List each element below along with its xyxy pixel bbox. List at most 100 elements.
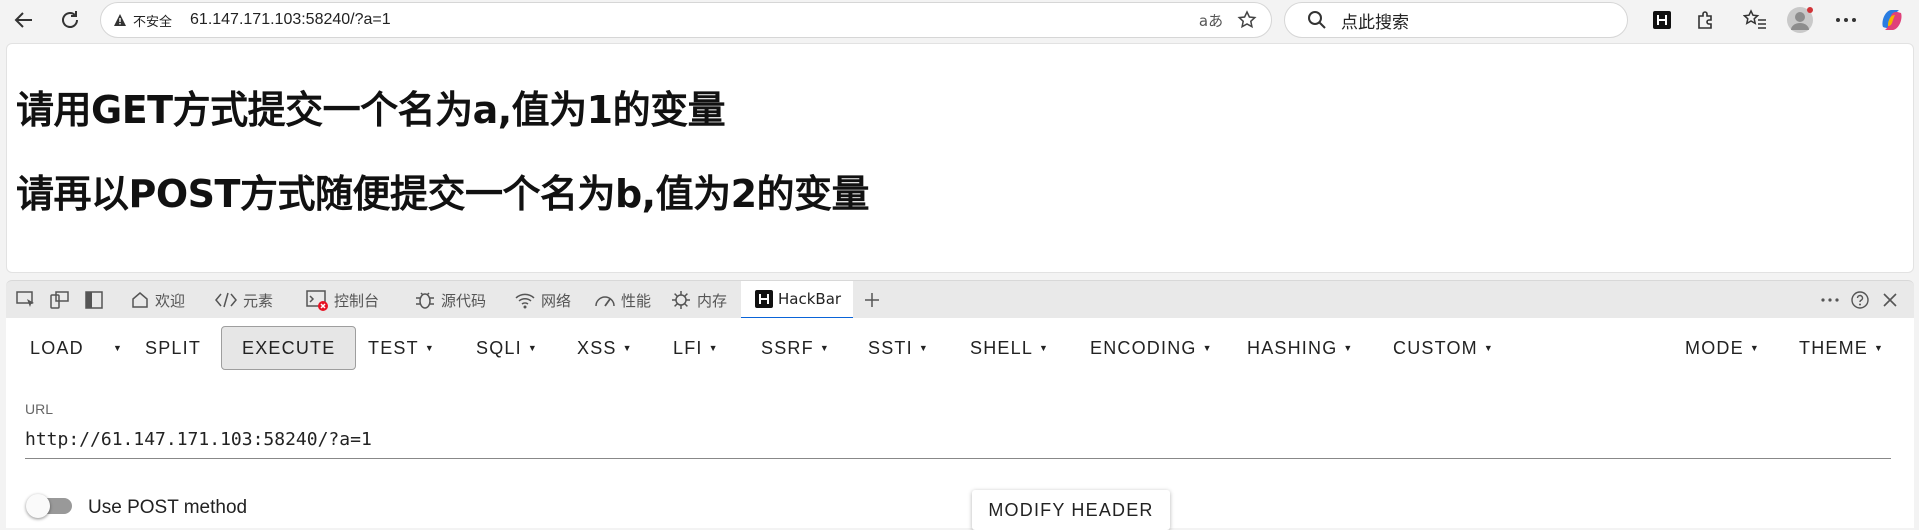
- caret-down-icon: ▼: [819, 343, 830, 353]
- security-label: 不安全: [133, 14, 173, 30]
- lfi-menu[interactable]: LFI ▼: [673, 326, 719, 370]
- post-method-toggle[interactable]: [26, 494, 72, 518]
- favorite-star-icon[interactable]: [1231, 5, 1263, 35]
- menu-label: XSS: [577, 337, 617, 358]
- menu-label: TEST: [368, 337, 419, 358]
- hackbar-extension-button[interactable]: [1646, 4, 1678, 36]
- warning-icon: [114, 14, 126, 26]
- profile-button[interactable]: [1784, 4, 1816, 36]
- hashing-menu[interactable]: HASHING ▼: [1247, 326, 1354, 370]
- menu-label: EXECUTE: [242, 337, 336, 358]
- menu-label: MODE: [1685, 337, 1744, 358]
- caret-down-icon: ▼: [1039, 343, 1050, 353]
- extensions-button[interactable]: [1690, 4, 1722, 36]
- copilot-button[interactable]: [1876, 4, 1908, 36]
- device-emulation-icon[interactable]: [46, 281, 74, 319]
- devtools-tab-console[interactable]: 控制台: [305, 281, 379, 319]
- ssti-menu[interactable]: SSTI ▼: [868, 326, 929, 370]
- load-dropdown-button[interactable]: ▼: [107, 326, 123, 370]
- hackbar-panel: LOAD ▼ SPLIT EXECUTE TEST ▼ SQLI ▼ XSS ▼ LF…: [6, 318, 1914, 530]
- favorites-list-icon: [1743, 9, 1766, 29]
- sqli-menu[interactable]: SQLI ▼: [476, 326, 538, 370]
- tab-label: 网络: [541, 291, 572, 310]
- theme-menu[interactable]: THEME ▼: [1799, 326, 1884, 370]
- menu-label: SSRF: [761, 337, 814, 358]
- code-icon: [215, 292, 237, 308]
- more-menu-button[interactable]: [1830, 4, 1862, 36]
- security-indicator[interactable]: 不安全: [113, 11, 172, 30]
- toggle-knob: [26, 494, 50, 518]
- address-url[interactable]: 61.147.171.103:58240/?a=1: [190, 11, 391, 29]
- menu-label: SHELL: [970, 337, 1034, 358]
- inspect-element-icon[interactable]: [12, 281, 40, 319]
- devtools-tab-sources[interactable]: 源代码: [414, 281, 486, 319]
- button-label: MODIFY HEADER: [988, 499, 1154, 520]
- caret-down-icon: ▼: [424, 343, 435, 353]
- refresh-icon: [62, 11, 78, 28]
- url-field-label: URL: [25, 401, 54, 417]
- add-tab-icon[interactable]: [858, 281, 886, 319]
- devtools-tab-performance[interactable]: 性能: [594, 281, 651, 319]
- load-button[interactable]: LOAD: [30, 326, 84, 370]
- tab-label: 性能: [621, 291, 652, 310]
- caret-down-icon: ▼: [113, 343, 124, 353]
- back-button[interactable]: [8, 4, 40, 36]
- devtools-tab-welcome[interactable]: 欢迎: [130, 281, 185, 319]
- search-box[interactable]: 点此搜索: [1284, 2, 1628, 38]
- execute-button[interactable]: EXECUTE: [221, 326, 357, 370]
- devtools-tab-hackbar[interactable]: HackBar: [741, 281, 854, 319]
- menu-label: HASHING: [1247, 337, 1338, 358]
- caret-down-icon: ▼: [527, 343, 538, 353]
- page-viewport: 请用GET方式提交一个名为a,值为1的变量 请再以POST方式随便提交一个名为b…: [6, 43, 1914, 273]
- search-icon: [1308, 11, 1326, 29]
- instruction-get: 请用GET方式提交一个名为a,值为1的变量: [16, 88, 726, 132]
- caret-down-icon: ▼: [1202, 343, 1213, 353]
- caret-down-icon: ▼: [918, 343, 929, 353]
- mode-menu[interactable]: MODE ▼: [1685, 326, 1760, 370]
- menu-label: SPLIT: [145, 337, 202, 358]
- shell-menu[interactable]: SHELL ▼: [970, 326, 1049, 370]
- caret-down-icon: ▼: [1343, 343, 1354, 353]
- post-method-label: Use POST method: [88, 497, 248, 518]
- tab-label: 控制台: [334, 291, 380, 310]
- gauge-icon: [595, 296, 615, 307]
- favorites-button[interactable]: [1739, 4, 1771, 36]
- ssrf-menu[interactable]: SSRF ▼: [761, 326, 830, 370]
- ellipsis-icon: [1836, 18, 1856, 22]
- caret-down-icon: ▼: [708, 343, 719, 353]
- devtools-tab-elements[interactable]: 元素: [214, 281, 273, 319]
- devtools-tab-network[interactable]: 网络: [514, 281, 571, 319]
- menu-label: THEME: [1799, 337, 1868, 358]
- close-devtools-icon[interactable]: [1876, 281, 1904, 319]
- dock-side-icon[interactable]: [80, 281, 108, 319]
- caret-down-icon: ▼: [1749, 343, 1760, 353]
- menu-label: CUSTOM: [1393, 337, 1478, 358]
- menu-label: ENCODING: [1090, 337, 1197, 358]
- avatar-icon: [1787, 7, 1813, 33]
- url-field[interactable]: http://61.147.171.103:58240/?a=1: [25, 425, 1891, 459]
- encoding-menu[interactable]: ENCODING ▼: [1090, 326, 1213, 370]
- wifi-icon: [515, 293, 535, 309]
- tab-label: 欢迎: [155, 291, 186, 310]
- xss-menu[interactable]: XSS ▼: [577, 326, 633, 370]
- tab-label: 源代码: [441, 291, 487, 310]
- back-arrow-icon: [14, 12, 32, 28]
- menu-label: LOAD: [30, 337, 84, 358]
- modify-header-button[interactable]: MODIFY HEADER: [972, 490, 1170, 530]
- caret-down-icon: ▼: [622, 343, 633, 353]
- hackbar-icon: [755, 290, 773, 308]
- tab-label: 元素: [243, 291, 274, 310]
- caret-down-icon: ▼: [1874, 343, 1885, 353]
- hackbar-menu: LOAD ▼ SPLIT EXECUTE TEST ▼ SQLI ▼ XSS ▼ LF…: [6, 326, 1914, 370]
- puzzle-icon: [1698, 11, 1712, 29]
- menu-label: LFI: [673, 337, 703, 358]
- devtools-more-icon[interactable]: [1816, 281, 1844, 319]
- test-menu[interactable]: TEST ▼: [368, 326, 435, 370]
- devtools-tab-memory[interactable]: 内存: [670, 281, 727, 319]
- custom-menu[interactable]: CUSTOM ▼: [1393, 326, 1494, 370]
- help-icon[interactable]: [1846, 281, 1874, 319]
- read-aloud-icon[interactable]: aあ: [1195, 5, 1227, 35]
- split-button[interactable]: SPLIT: [145, 326, 201, 370]
- address-bar[interactable]: 不安全 61.147.171.103:58240/?a=1 aあ: [100, 2, 1272, 38]
- refresh-button[interactable]: [54, 4, 86, 36]
